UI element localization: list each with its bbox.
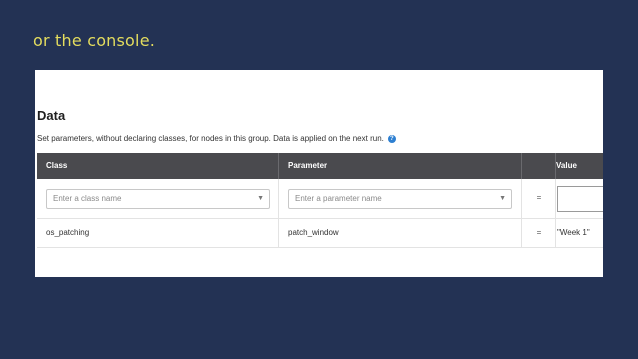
value-cell: "Week 1" [556, 219, 603, 247]
operator-label: = [536, 193, 542, 202]
value-cell [556, 179, 603, 218]
parameter-name-select[interactable]: Enter a parameter name ▼ [288, 189, 512, 209]
table-header: Class Parameter Value [37, 153, 603, 179]
parameter-cell: Enter a parameter name ▼ [279, 179, 522, 218]
table-row: os_patching patch_window = "Week 1" [37, 219, 603, 248]
chevron-down-icon: ▼ [257, 195, 264, 202]
new-parameter-row: Enter a class name ▼ Enter a parameter n… [37, 179, 603, 219]
section-description-text: Set parameters, without declaring classe… [37, 134, 384, 143]
row-class-name: os_patching [46, 228, 90, 237]
operator-cell: = [522, 179, 556, 218]
parameter-cell: patch_window [279, 219, 522, 247]
operator-cell: = [522, 219, 556, 247]
help-icon[interactable]: ? [387, 134, 396, 143]
parameter-name-placeholder: Enter a parameter name [295, 194, 382, 203]
column-header-value: Value [556, 161, 577, 170]
operator-label: = [536, 228, 542, 237]
column-header-operator [522, 153, 556, 179]
value-input[interactable] [557, 186, 603, 212]
slide-caption: or the console. [33, 31, 156, 50]
section-title: Data [37, 108, 66, 123]
chevron-down-icon: ▼ [499, 195, 506, 202]
console-panel: Data Set parameters, without declaring c… [35, 70, 603, 277]
class-name-select[interactable]: Enter a class name ▼ [46, 189, 270, 209]
row-value: "Week 1" [557, 228, 590, 237]
row-parameter-name: patch_window [288, 228, 339, 237]
column-header-parameter: Parameter [279, 153, 522, 179]
column-header-class: Class [37, 153, 279, 179]
class-name-placeholder: Enter a class name [53, 194, 122, 203]
class-cell: Enter a class name ▼ [37, 179, 279, 218]
section-description: Set parameters, without declaring classe… [37, 134, 396, 143]
class-cell: os_patching [37, 219, 279, 247]
